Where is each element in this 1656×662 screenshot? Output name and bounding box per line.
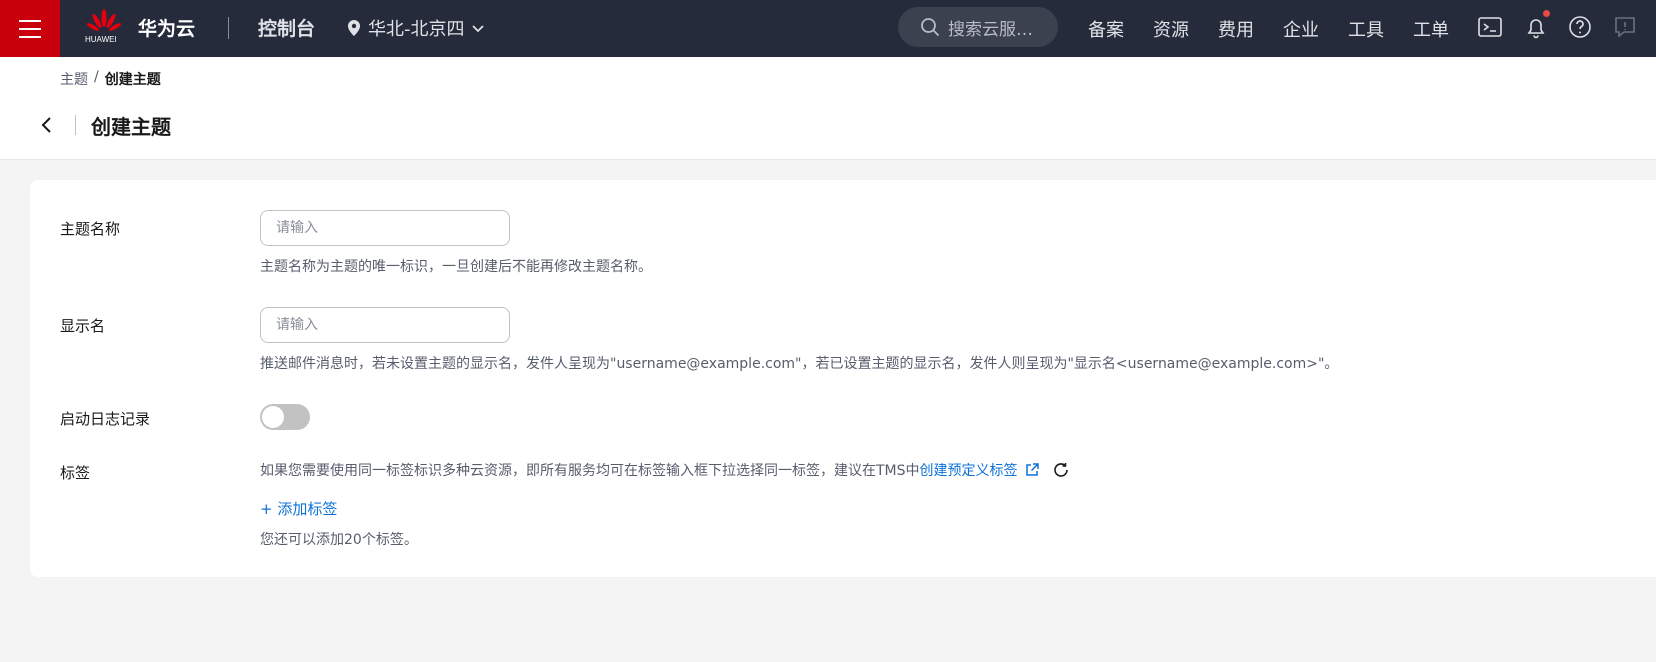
menu-icon-line: [19, 19, 41, 22]
nav-filing[interactable]: 备案: [1088, 16, 1124, 42]
nav-enterprise[interactable]: 企业: [1283, 16, 1319, 42]
nav-tickets[interactable]: 工单: [1413, 16, 1449, 42]
page-title: 创建主题: [91, 115, 171, 139]
topic-name-input[interactable]: [260, 210, 510, 246]
refresh-icon[interactable]: [1052, 461, 1070, 479]
title-divider: [75, 115, 76, 135]
topic-name-label: 主题名称: [60, 220, 121, 238]
display-name-label: 显示名: [60, 317, 106, 335]
topic-name-help: 主题名称为主题的唯一标识，一旦创建后不能再修改主题名称。: [260, 259, 652, 275]
logo-wordmark: HUAWEI: [85, 35, 117, 44]
display-name-help: 推送邮件消息时，若未设置主题的显示名，发件人呈现为"username@examp…: [260, 356, 1339, 372]
menu-icon-line: [19, 35, 41, 38]
help-icon[interactable]: [1567, 14, 1593, 40]
back-arrow-icon[interactable]: [36, 114, 58, 136]
search-box[interactable]: 搜索云服…: [898, 7, 1058, 47]
brand-divider: [228, 17, 229, 39]
terminal-icon[interactable]: [1477, 14, 1503, 40]
tags-hint: 如果您需要使用同一标签标识多种云资源，即所有服务均可在标签输入框下拉选择同一标签…: [260, 463, 920, 479]
top-navigation-bar: HUAWEI 华为云 控制台 华北-北京四 搜索云服… 备案 资源 费用 企业 …: [0, 0, 1656, 57]
nav-tools[interactable]: 工具: [1348, 16, 1384, 42]
tags-hint-row: 如果您需要使用同一标签标识多种云资源，即所有服务均可在标签输入框下拉选择同一标签…: [260, 460, 1070, 480]
menu-icon-line: [19, 27, 41, 30]
notification-badge: [1543, 10, 1550, 17]
feedback-icon[interactable]: [1612, 14, 1638, 40]
display-name-input[interactable]: [260, 307, 510, 343]
tags-remaining-text: 您还可以添加20个标签。: [260, 532, 418, 548]
external-link-icon[interactable]: [1024, 462, 1040, 478]
nav-resources[interactable]: 资源: [1153, 16, 1189, 42]
bell-icon[interactable]: [1523, 14, 1549, 40]
brand-name[interactable]: 华为云: [138, 14, 195, 41]
hamburger-menu-button[interactable]: [0, 0, 60, 57]
logging-toggle[interactable]: [260, 404, 310, 430]
page-header: 主题 / 创建主题 创建主题: [0, 57, 1656, 160]
create-predefined-tag-link[interactable]: 创建预定义标签: [920, 460, 1018, 480]
region-selector[interactable]: 华北-北京四: [346, 15, 485, 41]
add-tag-button[interactable]: + 添加标签: [260, 498, 337, 519]
search-placeholder: 搜索云服…: [948, 19, 1033, 40]
breadcrumb-parent[interactable]: 主题: [60, 69, 88, 89]
location-pin-icon: [348, 20, 360, 36]
logging-label: 启动日志记录: [60, 410, 151, 428]
chevron-down-icon: [471, 25, 484, 33]
breadcrumb: 主题 / 创建主题: [60, 69, 161, 89]
tags-label: 标签: [60, 464, 91, 482]
breadcrumb-separator: /: [94, 69, 99, 85]
console-link[interactable]: 控制台: [258, 14, 315, 41]
toggle-knob: [262, 406, 284, 428]
nav-billing[interactable]: 费用: [1218, 16, 1254, 42]
breadcrumb-current: 创建主题: [104, 72, 161, 88]
search-icon: [921, 18, 940, 37]
region-label: 华北-北京四: [368, 19, 465, 40]
